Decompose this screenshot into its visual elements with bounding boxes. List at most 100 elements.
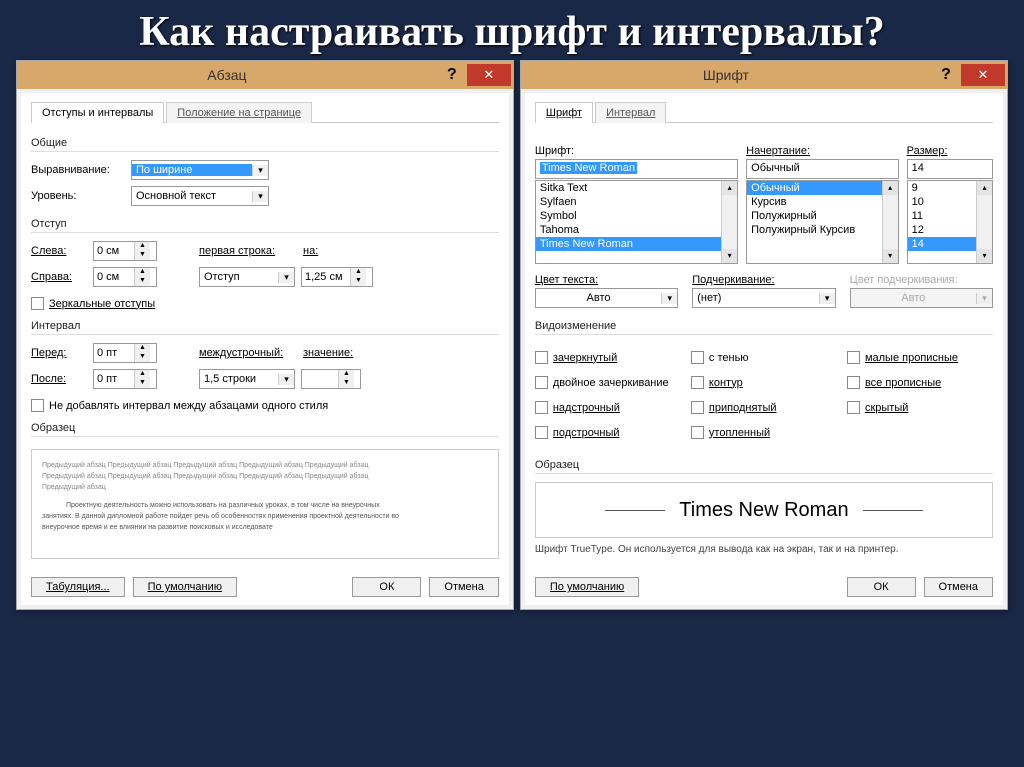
ok-button[interactable]: ОК: [847, 577, 916, 597]
effect-label: двойное зачеркивание: [553, 377, 669, 389]
list-item: Sylfaen: [536, 195, 737, 209]
sample-box: Times New Roman: [535, 482, 993, 538]
right-label: Справа:: [31, 271, 87, 283]
size-input[interactable]: 14: [907, 159, 993, 179]
level-label: Уровень:: [31, 190, 125, 202]
left-spinner[interactable]: ▲▼: [93, 241, 157, 261]
color-label: Цвет текста:: [535, 274, 678, 286]
mirror-checkbox[interactable]: [31, 297, 44, 310]
titlebar: Абзац ? ✕: [17, 61, 513, 89]
underline-label: Подчеркивание:: [692, 274, 835, 286]
group-sample: Образец: [31, 422, 499, 437]
by-spinner[interactable]: ▲▼: [301, 267, 373, 287]
mirror-label: Зеркальные отступы: [49, 298, 155, 310]
list-item: Курсив: [747, 195, 897, 209]
help-button[interactable]: ?: [437, 66, 467, 84]
effect-label: контур: [709, 377, 743, 389]
group-sample: Образец: [535, 459, 993, 474]
scrollbar[interactable]: ▴▾: [976, 181, 992, 263]
effect-label: приподнятый: [709, 402, 777, 414]
group-general: Общие: [31, 137, 499, 152]
default-button[interactable]: По умолчанию: [535, 577, 639, 597]
engrave-checkbox[interactable]: [691, 426, 704, 439]
allcaps-checkbox[interactable]: [847, 376, 860, 389]
size-label: Размер:: [907, 145, 993, 157]
nospace-label: Не добавлять интервал между абзацами одн…: [49, 400, 328, 412]
align-label: Выравнивание:: [31, 164, 125, 176]
scrollbar[interactable]: ▴▾: [882, 181, 898, 263]
tab-indents[interactable]: Отступы и интервалы: [31, 102, 164, 123]
style-list[interactable]: Обычный Курсив Полужирный Полужирный Кур…: [746, 180, 898, 264]
effect-label: зачеркнутый: [553, 352, 617, 364]
font-label: Шрифт:: [535, 145, 738, 157]
after-label: После:: [31, 373, 87, 385]
sub-checkbox[interactable]: [535, 426, 548, 439]
cancel-button[interactable]: Отмена: [429, 577, 498, 597]
font-input[interactable]: Times New Roman: [535, 159, 738, 179]
list-item: Times New Roman: [536, 237, 737, 251]
group-effects: Видоизменение: [535, 320, 993, 335]
at-spinner[interactable]: ▲▼: [301, 369, 361, 389]
right-spinner[interactable]: ▲▼: [93, 267, 157, 287]
preview-box: Предыдущий абзац Предыдущий абзац Предыд…: [31, 449, 499, 559]
effect-label: малые прописные: [865, 352, 958, 364]
underline-combo[interactable]: (нет) ▾: [692, 288, 835, 308]
chevron-down-icon: ▾: [976, 293, 992, 304]
firstline-combo[interactable]: Отступ ▾: [199, 267, 295, 287]
chevron-down-icon[interactable]: ▾: [252, 191, 268, 202]
ucolor-combo: Авто ▾: [850, 288, 993, 308]
dialog-title: Шрифт: [521, 67, 931, 83]
nospace-checkbox[interactable]: [31, 399, 44, 412]
close-button[interactable]: ✕: [467, 64, 511, 86]
help-button[interactable]: ?: [931, 66, 961, 84]
after-spinner[interactable]: ▲▼: [93, 369, 157, 389]
tabs-button[interactable]: Табуляция...: [31, 577, 125, 597]
chevron-down-icon[interactable]: ▾: [278, 374, 294, 385]
close-button[interactable]: ✕: [961, 64, 1005, 86]
tabs: Шрифт Интервал: [535, 101, 993, 123]
shadow-checkbox[interactable]: [691, 351, 704, 364]
list-item: Sitka Text: [536, 181, 737, 195]
level-combo[interactable]: Основной текст ▾: [131, 186, 269, 206]
list-item: Обычный: [747, 181, 897, 195]
tabs: Отступы и интервалы Положение на страниц…: [31, 101, 499, 123]
chevron-down-icon[interactable]: ▾: [278, 272, 294, 283]
size-list[interactable]: 9 10 11 12 14 ▴▾: [907, 180, 993, 264]
style-input[interactable]: Обычный: [746, 159, 898, 179]
cancel-button[interactable]: Отмена: [924, 577, 993, 597]
align-combo[interactable]: По ширине ▾: [131, 160, 269, 180]
super-checkbox[interactable]: [535, 401, 548, 414]
effect-label: все прописные: [865, 377, 941, 389]
list-item: Полужирный Курсив: [747, 223, 897, 237]
color-combo[interactable]: Авто ▾: [535, 288, 678, 308]
smallcaps-checkbox[interactable]: [847, 351, 860, 364]
style-label: Начертание:: [746, 145, 898, 157]
linespacing-combo[interactable]: 1,5 строки ▾: [199, 369, 295, 389]
group-spacing: Интервал: [31, 320, 499, 335]
titlebar: Шрифт ? ✕: [521, 61, 1007, 89]
effect-label: с тенью: [709, 352, 749, 364]
chevron-down-icon[interactable]: ▾: [819, 293, 835, 304]
emboss-checkbox[interactable]: [691, 401, 704, 414]
effect-label: надстрочный: [553, 402, 620, 414]
tab-interval[interactable]: Интервал: [595, 102, 666, 123]
tab-position[interactable]: Положение на странице: [166, 102, 312, 123]
tab-font[interactable]: Шрифт: [535, 102, 593, 123]
before-spinner[interactable]: ▲▼: [93, 343, 157, 363]
hidden-checkbox[interactable]: [847, 401, 860, 414]
by-label: на:: [303, 245, 347, 257]
outline-checkbox[interactable]: [691, 376, 704, 389]
linespacing-label: междустрочный:: [199, 347, 297, 359]
font-list[interactable]: Sitka Text Sylfaen Symbol Tahoma Times N…: [535, 180, 738, 264]
dstrike-checkbox[interactable]: [535, 376, 548, 389]
strike-checkbox[interactable]: [535, 351, 548, 364]
hint-text: Шрифт TrueType. Он используется для выво…: [535, 544, 993, 555]
default-button[interactable]: По умолчанию: [133, 577, 237, 597]
effect-label: скрытый: [865, 402, 908, 414]
scrollbar[interactable]: ▴▾: [721, 181, 737, 263]
chevron-down-icon[interactable]: ▾: [252, 165, 268, 176]
ok-button[interactable]: ОК: [352, 577, 421, 597]
list-item: Tahoma: [536, 223, 737, 237]
chevron-down-icon[interactable]: ▾: [661, 293, 677, 304]
at-label: значение:: [303, 347, 363, 359]
